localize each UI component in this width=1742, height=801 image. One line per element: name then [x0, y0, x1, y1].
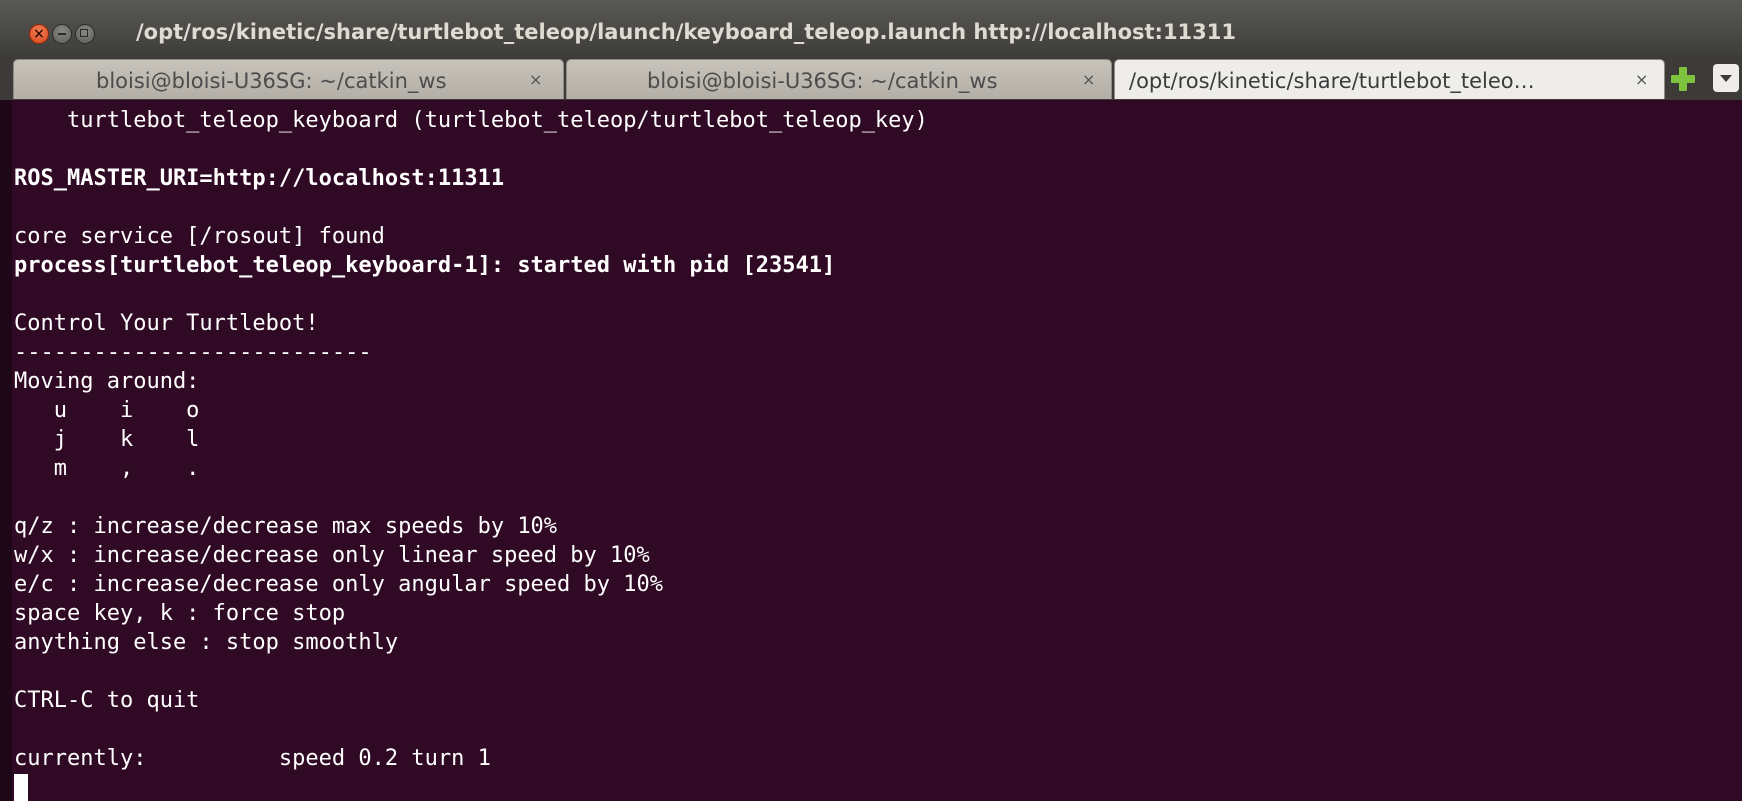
tab-keyboard-teleop[interactable]: /opt/ros/kinetic/share/turtlebot_teleo… … [1114, 59, 1665, 99]
terminal-line: anything else : stop smoothly [14, 630, 399, 655]
tab-bar: bloisi@bloisi-U36SG: ~/catkin_ws × blois… [0, 58, 1742, 100]
terminal-line: core service [/rosout] found [14, 224, 385, 249]
tab-label: /opt/ros/kinetic/share/turtlebot_teleo… [1129, 69, 1535, 93]
tab-close-icon[interactable]: × [1635, 70, 1648, 89]
terminal-text: turtlebot_teleop_keyboard (turtlebot_tel… [14, 106, 928, 773]
terminal-line: currently: speed 0.2 turn 1 [14, 746, 491, 771]
maximize-window-button[interactable] [75, 24, 95, 44]
terminal-line: u i o [14, 398, 200, 423]
terminal-line: --------------------------- [14, 340, 372, 365]
tab-label: bloisi@bloisi-U36SG: ~/catkin_ws [96, 69, 447, 93]
terminal-left-edge [0, 100, 12, 801]
terminal-line: process[turtlebot_teleop_keyboard-1]: st… [14, 253, 836, 278]
terminal-line: m , . [14, 456, 200, 481]
window-title: /opt/ros/kinetic/share/turtlebot_teleop/… [136, 20, 1237, 44]
terminal-line: space key, k : force stop [14, 601, 346, 626]
close-icon: × [33, 26, 45, 42]
title-bar: × /opt/ros/kinetic/share/turtlebot_teleo… [0, 0, 1742, 58]
tab-menu-chevron-down-icon[interactable] [1713, 64, 1739, 92]
tab-close-icon[interactable]: × [1082, 70, 1095, 89]
tab-close-icon[interactable]: × [529, 70, 542, 89]
terminal-line: ROS_MASTER_URI=http://localhost:11311 [14, 166, 505, 191]
new-tab-plus-icon[interactable] [1670, 65, 1696, 91]
terminal-line: Moving around: [14, 369, 200, 394]
minimize-window-button[interactable] [52, 24, 72, 44]
tab-catkin-ws-2[interactable]: bloisi@bloisi-U36SG: ~/catkin_ws × [566, 59, 1112, 99]
terminal-line: j k l [14, 427, 200, 452]
terminal-line: turtlebot_teleop_keyboard (turtlebot_tel… [14, 108, 928, 133]
tab-catkin-ws-1[interactable]: bloisi@bloisi-U36SG: ~/catkin_ws × [13, 59, 564, 99]
terminal-line: w/x : increase/decrease only linear spee… [14, 543, 650, 568]
terminal-line: CTRL-C to quit [14, 688, 200, 713]
tab-label: bloisi@bloisi-U36SG: ~/catkin_ws [647, 69, 998, 93]
terminal-line: e/c : increase/decrease only angular spe… [14, 572, 664, 597]
terminal-line: q/z : increase/decrease max speeds by 10… [14, 514, 558, 539]
terminal-cursor [14, 774, 28, 801]
close-window-button[interactable]: × [29, 24, 49, 44]
terminal-line: Control Your Turtlebot! [14, 311, 319, 336]
